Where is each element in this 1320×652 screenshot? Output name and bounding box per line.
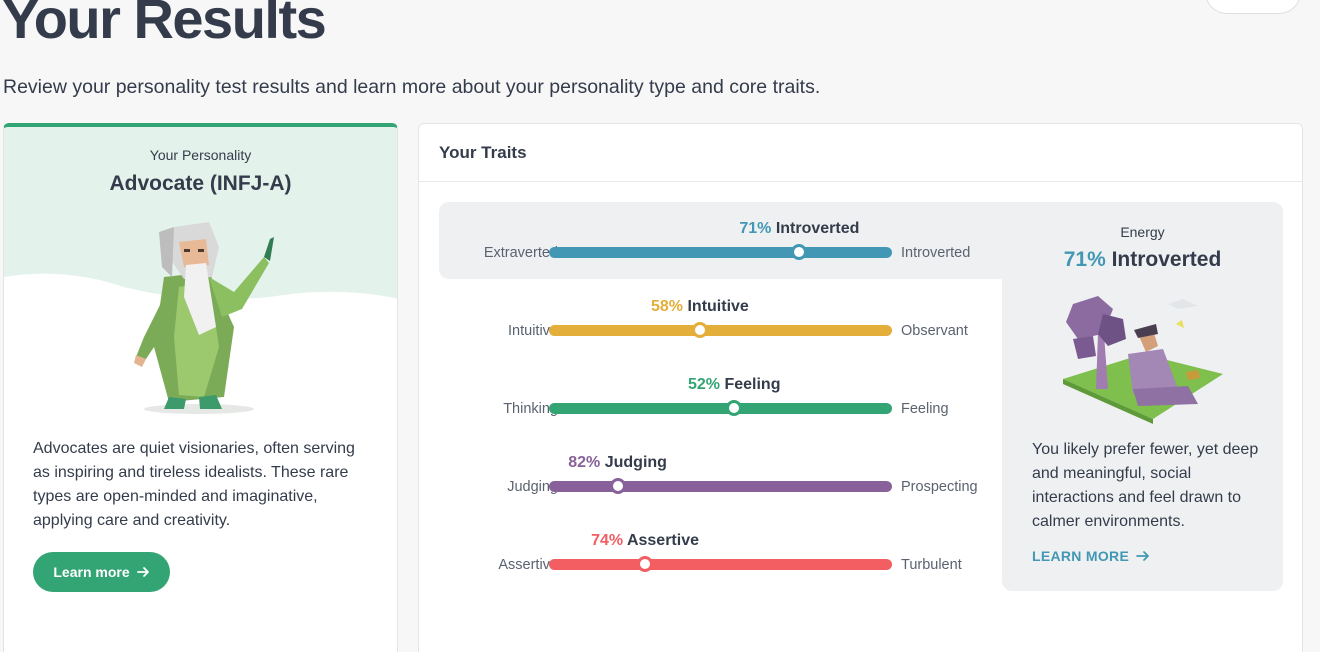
traits-card: Your Traits Energy 71% Introverted You l… — [418, 123, 1303, 652]
introvert-illustration — [1063, 296, 1223, 424]
trait-row[interactable]: 82% Judging Judging Prospecting — [439, 436, 999, 496]
trait-row[interactable]: 71% Introverted Extraverted Introverted — [439, 202, 999, 262]
trait-right-label: Prospecting — [901, 479, 978, 495]
trait-label: Intuitive — [687, 298, 749, 315]
energy-result: 71% Introverted — [1002, 248, 1283, 272]
energy-percent: 71% — [1063, 248, 1106, 271]
trait-label: Judging — [604, 454, 667, 471]
trait-label: Assertive — [626, 532, 699, 549]
trait-result: 71% Introverted — [739, 220, 859, 238]
trait-row[interactable]: 52% Feeling Thinking Feeling — [439, 358, 999, 418]
personality-description: Advocates are quiet visionaries, often s… — [33, 440, 355, 529]
trait-bar — [549, 244, 892, 260]
trait-bar — [549, 478, 892, 494]
trait-row[interactable]: 74% Assertive Assertive Turbulent — [439, 514, 999, 574]
energy-label: Energy — [1120, 224, 1165, 240]
personality-label: Your Personality — [149, 147, 252, 163]
trait-slider-knob — [609, 478, 626, 494]
trait-label: Feeling — [724, 376, 781, 393]
trait-percent: 74% — [591, 532, 624, 549]
trait-result: 52% Feeling — [688, 376, 781, 394]
personality-type-name: Advocate (INFJ-A) — [109, 172, 292, 195]
trait-result: 58% Intuitive — [651, 298, 749, 316]
trait-slider-knob — [791, 244, 808, 260]
page-title: Your Results — [2, 0, 327, 50]
trait-result: 74% Assertive — [591, 532, 699, 550]
trait-slider-knob — [691, 322, 708, 338]
trait-right-label: Feeling — [901, 401, 949, 417]
trait-left-label: Extraverted — [483, 245, 558, 261]
trait-bar — [549, 322, 892, 338]
trait-percent: 82% — [568, 454, 601, 471]
energy-description: You likely prefer fewer, yet deep and me… — [1032, 441, 1259, 530]
learn-more-label: Learn more — [53, 564, 130, 580]
page-subtitle: Review your personality test results and… — [3, 76, 821, 98]
trait-slider-knob — [637, 556, 654, 572]
energy-trait: Introverted — [1111, 248, 1222, 271]
energy-learn-more-link[interactable]: LEARN MORE — [1032, 548, 1150, 564]
advocate-illustration — [134, 222, 274, 414]
top-right-button[interactable] — [1205, 0, 1301, 14]
trait-percent: 52% — [687, 376, 720, 393]
trait-label: Introverted — [775, 220, 860, 237]
trait-row[interactable]: 58% Intuitive Intuitive Observant — [439, 280, 999, 340]
trait-result: 82% Judging — [568, 454, 667, 472]
trait-percent: 71% — [739, 220, 772, 237]
trait-right-label: Observant — [901, 323, 968, 339]
trait-bar — [549, 556, 892, 572]
trait-percent: 58% — [650, 298, 684, 315]
energy-learn-more-label: LEARN MORE — [1032, 548, 1130, 564]
energy-panel: Energy 71% Introverted You likely prefer… — [1002, 202, 1283, 591]
learn-more-button[interactable]: Learn more — [33, 552, 170, 592]
arrow-right-icon — [136, 567, 149, 577]
trait-right-label: Introverted — [901, 245, 971, 261]
trait-bar — [549, 400, 892, 416]
arrow-right-icon — [1136, 551, 1150, 561]
personality-card: Your Personality Advocate (INFJ-A) Advoc… — [3, 123, 398, 652]
trait-slider-knob — [726, 400, 743, 416]
traits-header: Your Traits — [419, 124, 1302, 182]
trait-right-label: Turbulent — [901, 557, 962, 573]
